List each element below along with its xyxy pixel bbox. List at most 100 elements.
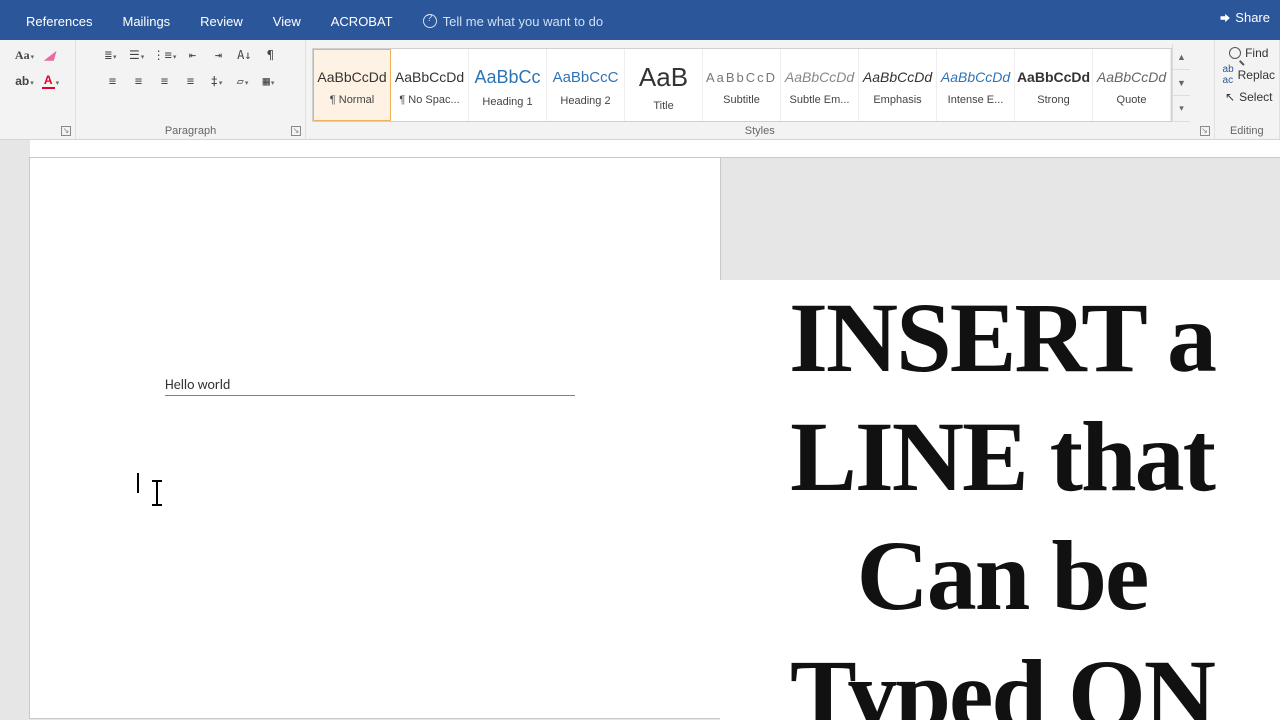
tell-me-label: Tell me what you want to do [443,14,603,29]
style-preview: AaB [637,60,690,94]
share-button[interactable]: Share [1217,10,1270,25]
cursor-icon: ↖ [1225,90,1235,104]
style-name-label: Intense E... [948,94,1004,106]
style-item-title[interactable]: AaB Title [625,49,703,121]
change-case-icon: Aa [15,48,30,63]
horizontal-ruler[interactable] [30,140,1280,158]
titlebar: References Mailings Review View ACROBAT … [0,0,1280,40]
search-icon [1229,47,1241,59]
style-item-strong[interactable]: AaBbCcDd Strong [1015,49,1093,121]
paragraph-dialog-launcher[interactable]: ↘ [291,126,301,136]
align-left-button[interactable]: ≡ [102,70,124,92]
style-preview: AaBbCc [472,64,542,90]
style-preview: AaBbCcDd [315,66,388,88]
title-overlay: INSERT a LINE that Can be Typed ON [720,280,1280,720]
styles-dialog-launcher[interactable]: ↘ [1200,126,1210,136]
increase-indent-button[interactable]: ⇥ [207,44,229,66]
styles-expand[interactable]: ▾ [1173,96,1190,122]
font-color-button[interactable]: A [40,70,62,92]
style-item-subtitle[interactable]: AaBbCcD Subtitle [703,49,781,121]
change-case-button[interactable]: Aa [14,44,36,66]
bullets-button[interactable]: ≣ [100,44,122,66]
style-name-label: ¶ Normal [330,94,374,106]
ribbon: Aa ◢ ab A ↘ ≣ ☰ ⋮≡ ⇤ ⇥ A↓ ¶ ≡ [0,40,1280,140]
style-name-label: Heading 2 [560,95,610,107]
style-name-label: Heading 1 [482,96,532,108]
numbering-button[interactable]: ☰ [126,44,148,66]
styles-scroll-up[interactable]: ▲ [1173,44,1190,70]
style-item-subtle-em-[interactable]: AaBbCcDd Subtle Em... [781,49,859,121]
document-area: INSERT a LINE that Can be Typed ON [0,140,1280,720]
clear-formatting-button[interactable]: ◢ [40,44,62,66]
share-icon [1217,11,1231,25]
lightbulb-icon [423,14,437,28]
align-right-button[interactable]: ≡ [154,70,176,92]
font-dialog-launcher[interactable]: ↘ [61,126,71,136]
style-preview: AaBbCcDd [1095,66,1168,88]
style-name-label: Subtle Em... [790,94,850,106]
group-styles: AaBbCcDd¶ NormalAaBbCcDd¶ No Spac...AaBb… [306,40,1215,139]
decrease-indent-button[interactable]: ⇤ [181,44,203,66]
multilevel-list-button[interactable]: ⋮≡ [152,44,178,66]
style-name-label: Strong [1037,94,1069,106]
tab-references[interactable]: References [20,4,98,37]
style-name-label: Subtitle [723,94,760,106]
show-marks-button[interactable]: ¶ [259,44,281,66]
paragraph-group-label: Paragraph [76,125,305,137]
tab-view[interactable]: View [267,4,307,37]
group-editing: Find abac Replac ↖ Select Editing [1215,40,1280,139]
style-item-heading-1[interactable]: AaBbCc Heading 1 [469,49,547,121]
borders-button[interactable]: ▦ [258,70,280,92]
style-preview: AaBbCcC [551,66,621,89]
style-item--no-spac-[interactable]: AaBbCcDd ¶ No Spac... [391,49,469,121]
tab-review[interactable]: Review [194,4,249,37]
style-item-emphasis[interactable]: AaBbCcDd Emphasis [859,49,937,121]
tell-me-search[interactable]: Tell me what you want to do [417,4,609,37]
line-spacing-button[interactable]: ‡ [206,70,228,92]
replace-button[interactable]: abac Replac [1223,64,1275,86]
share-label: Share [1235,10,1270,25]
styles-scroller[interactable]: ▲ ▼ ▾ [1172,44,1190,122]
select-button[interactable]: ↖ Select [1225,90,1272,104]
editing-group-label: Editing [1215,125,1279,137]
style-preview: AaBbCcD [704,67,779,88]
overlay-line-1: INSERT a [734,280,1270,395]
align-center-button[interactable]: ≡ [128,70,150,92]
mouse-ibeam-icon [156,482,158,504]
tab-acrobat[interactable]: ACROBAT [325,4,399,37]
style-item-heading-2[interactable]: AaBbCcC Heading 2 [547,49,625,121]
highlight-button[interactable]: ab [14,70,36,92]
justify-button[interactable]: ≡ [180,70,202,92]
style-item-quote[interactable]: AaBbCcDd Quote [1093,49,1171,121]
style-name-label: Quote [1117,94,1147,106]
text-cursor [137,473,139,493]
styles-scroll-down[interactable]: ▼ [1173,70,1190,96]
replace-label: Replac [1238,68,1275,82]
eraser-icon: ◢ [44,48,57,62]
select-label: Select [1239,90,1272,104]
style-name-label: Emphasis [873,94,921,106]
group-paragraph: ≣ ☰ ⋮≡ ⇤ ⇥ A↓ ¶ ≡ ≡ ≡ ≡ ‡ ▱ ▦ Paragraph … [76,40,306,139]
shading-button[interactable]: ▱ [232,70,254,92]
sort-button[interactable]: A↓ [233,44,255,66]
style-item-intense-e-[interactable]: AaBbCcDd Intense E... [937,49,1015,121]
overlay-line-4: Typed ON [734,637,1270,720]
style-preview: AaBbCcDd [861,66,934,88]
style-preview: AaBbCcDd [1015,66,1092,88]
typed-line-input[interactable] [165,376,575,396]
tab-mailings[interactable]: Mailings [116,4,176,37]
find-label: Find [1245,46,1268,60]
style-preview: AaBbCcDd [783,66,856,88]
overlay-line-3: Can be [734,518,1270,633]
find-button[interactable]: Find [1229,46,1268,60]
overlay-line-2: LINE that [734,399,1270,514]
styles-gallery[interactable]: AaBbCcDd¶ NormalAaBbCcDd¶ No Spac...AaBb… [312,48,1172,122]
style-name-label: ¶ No Spac... [399,94,459,106]
document-page[interactable] [30,158,720,718]
style-item--normal[interactable]: AaBbCcDd ¶ Normal [313,49,391,121]
style-name-label: Title [653,100,673,112]
group-font: Aa ◢ ab A ↘ [0,40,76,139]
style-preview: AaBbCcDd [393,66,466,88]
styles-group-label: Styles [306,125,1214,137]
style-preview: AaBbCcDd [939,66,1012,88]
